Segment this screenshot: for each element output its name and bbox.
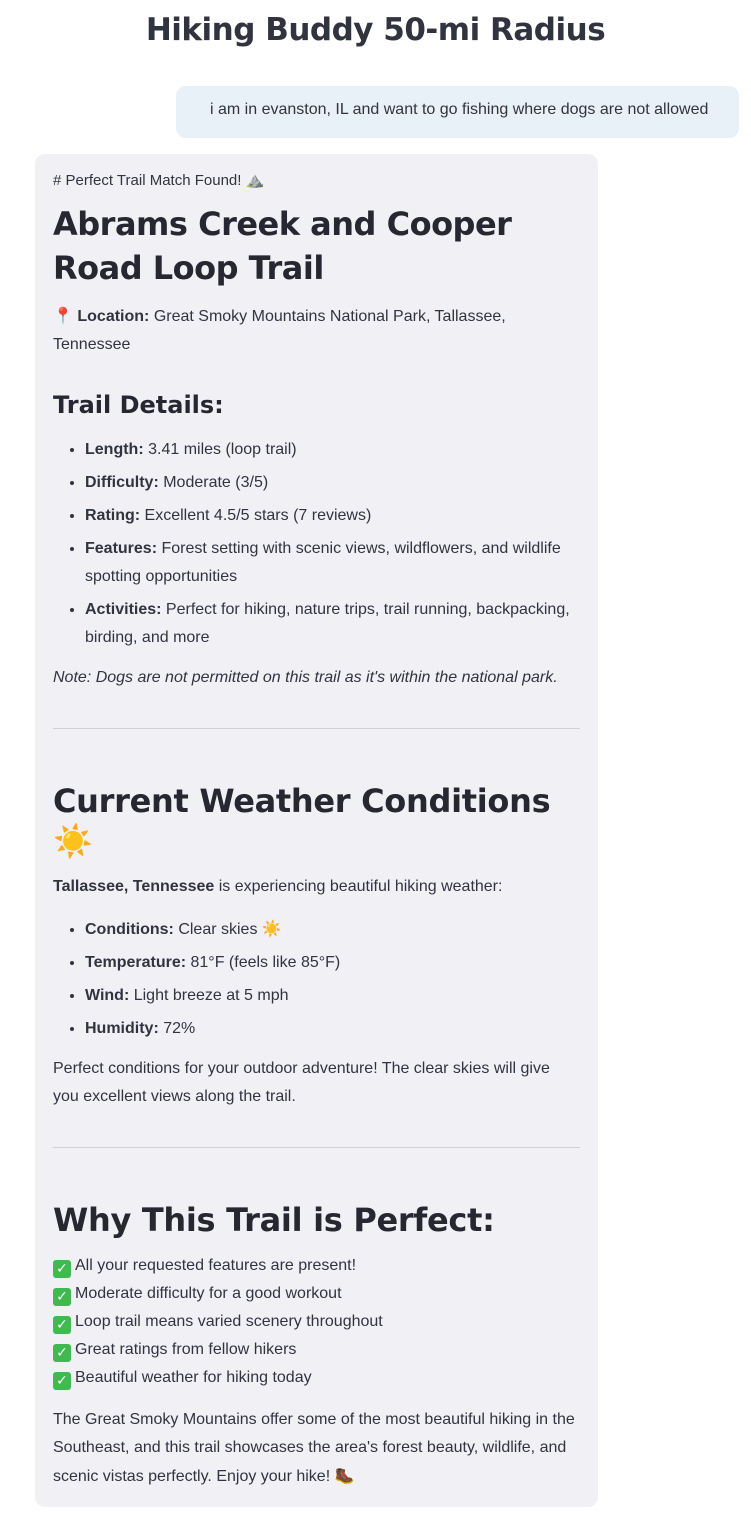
closing-paragraph: The Great Smoky Mountains offer some of … xyxy=(53,1406,580,1491)
weather-list: Conditions: Clear skies ☀️ Temperature: … xyxy=(53,915,580,1043)
section-divider xyxy=(53,1147,580,1148)
why-item-text: Moderate difficulty for a good workout xyxy=(75,1285,342,1302)
weather-place: Tallassee, Tennessee xyxy=(53,878,215,895)
trail-name-heading: Abrams Creek and Cooper Road Loop Trail xyxy=(53,205,512,287)
user-message-bubble: i am in evanston, IL and want to go fish… xyxy=(176,86,739,138)
detail-value: Excellent 4.5/5 stars (7 reviews) xyxy=(140,507,372,524)
weather-item-humidity: Humidity: 72% xyxy=(85,1014,580,1043)
detail-item-rating: Rating: Excellent 4.5/5 stars (7 reviews… xyxy=(85,501,580,530)
closing-text: The Great Smoky Mountains offer some of … xyxy=(53,1411,575,1485)
detail-label: Features: xyxy=(85,540,158,557)
trail-details-heading: Trail Details: xyxy=(53,391,224,419)
detail-value: Forest setting with scenic views, wildfl… xyxy=(85,540,561,585)
why-item-text: Beautiful weather for hiking today xyxy=(75,1369,312,1386)
check-mark-icon: ✓ xyxy=(53,1260,71,1278)
weather-item-conditions: Conditions: Clear skies ☀️ xyxy=(85,915,580,944)
weather-value: 72% xyxy=(158,1020,196,1037)
weather-label: Wind: xyxy=(85,987,130,1004)
detail-label: Difficulty: xyxy=(85,474,159,491)
weather-intro: Tallassee, Tennessee is experiencing bea… xyxy=(53,873,580,901)
why-item-text: Great ratings from fellow hikers xyxy=(75,1341,297,1358)
why-item: ✓ Great ratings from fellow hikers xyxy=(53,1336,580,1364)
user-message-text: i am in evanston, IL and want to go fish… xyxy=(210,101,709,118)
location-line: 📍 Location: Great Smoky Mountains Nation… xyxy=(53,302,580,359)
section-divider xyxy=(53,728,580,729)
detail-item-difficulty: Difficulty: Moderate (3/5) xyxy=(85,468,580,497)
detail-item-length: Length: 3.41 miles (loop trail) xyxy=(85,435,580,464)
why-perfect-list: ✓ All your requested features are present… xyxy=(53,1252,580,1392)
sun-icon: ☀️ xyxy=(53,822,93,860)
why-item: ✓ All your requested features are present… xyxy=(53,1252,580,1280)
check-mark-icon: ✓ xyxy=(53,1344,71,1362)
weather-label: Conditions: xyxy=(85,921,174,938)
detail-label: Length: xyxy=(85,441,144,458)
detail-value: Moderate (3/5) xyxy=(158,474,269,491)
why-item: ✓ Loop trail means varied scenery through… xyxy=(53,1308,580,1336)
why-item: ✓ Moderate difficulty for a good workout xyxy=(53,1280,580,1308)
weather-label: Humidity: xyxy=(85,1020,159,1037)
weather-intro-text: is experiencing beautiful hiking weather… xyxy=(214,878,503,895)
dog-policy-note: Note: Dogs are not permitted on this tra… xyxy=(53,669,558,686)
detail-label: Activities: xyxy=(85,601,162,618)
detail-item-activities: Activities: Perfect for hiking, nature t… xyxy=(85,595,580,652)
assistant-reply-card: # Perfect Trail Match Found! ⛰️ Abrams C… xyxy=(35,154,598,1507)
check-mark-icon: ✓ xyxy=(53,1288,71,1306)
app-title: Hiking Buddy 50-mi Radius xyxy=(145,12,606,48)
weather-value: Light breeze at 5 mph xyxy=(129,987,289,1004)
weather-value: 81°F (feels like 85°F) xyxy=(186,954,341,971)
hiking-boot-icon: 🥾 xyxy=(334,1466,355,1485)
check-mark-icon: ✓ xyxy=(53,1372,71,1390)
weather-item-wind: Wind: Light breeze at 5 mph xyxy=(85,981,580,1010)
trail-details-list: Length: 3.41 miles (loop trail) Difficul… xyxy=(53,435,580,652)
why-item-text: All your requested features are present! xyxy=(75,1257,357,1274)
location-label: Location: xyxy=(77,308,150,325)
why-perfect-heading: Why This Trail is Perfect: xyxy=(53,1201,495,1239)
weather-heading-text: Current Weather Conditions xyxy=(53,782,551,820)
detail-label: Rating: xyxy=(85,507,141,524)
why-item: ✓ Beautiful weather for hiking today xyxy=(53,1364,580,1392)
map-pin-icon: 📍 xyxy=(53,306,73,325)
check-mark-icon: ✓ xyxy=(53,1316,71,1334)
why-item-text: Loop trail means varied scenery througho… xyxy=(75,1313,383,1330)
detail-value: 3.41 miles (loop trail) xyxy=(143,441,297,458)
weather-summary: Perfect conditions for your outdoor adve… xyxy=(53,1060,550,1105)
weather-heading: Current Weather Conditions ☀️ xyxy=(53,781,580,861)
detail-item-features: Features: Forest setting with scenic vie… xyxy=(85,534,580,591)
weather-label: Temperature: xyxy=(85,954,187,971)
weather-item-temperature: Temperature: 81°F (feels like 85°F) xyxy=(85,948,580,977)
raw-markdown-heading: # Perfect Trail Match Found! ⛰️ xyxy=(53,172,265,189)
weather-value: Clear skies xyxy=(173,921,262,938)
sun-icon: ☀️ xyxy=(261,919,282,938)
